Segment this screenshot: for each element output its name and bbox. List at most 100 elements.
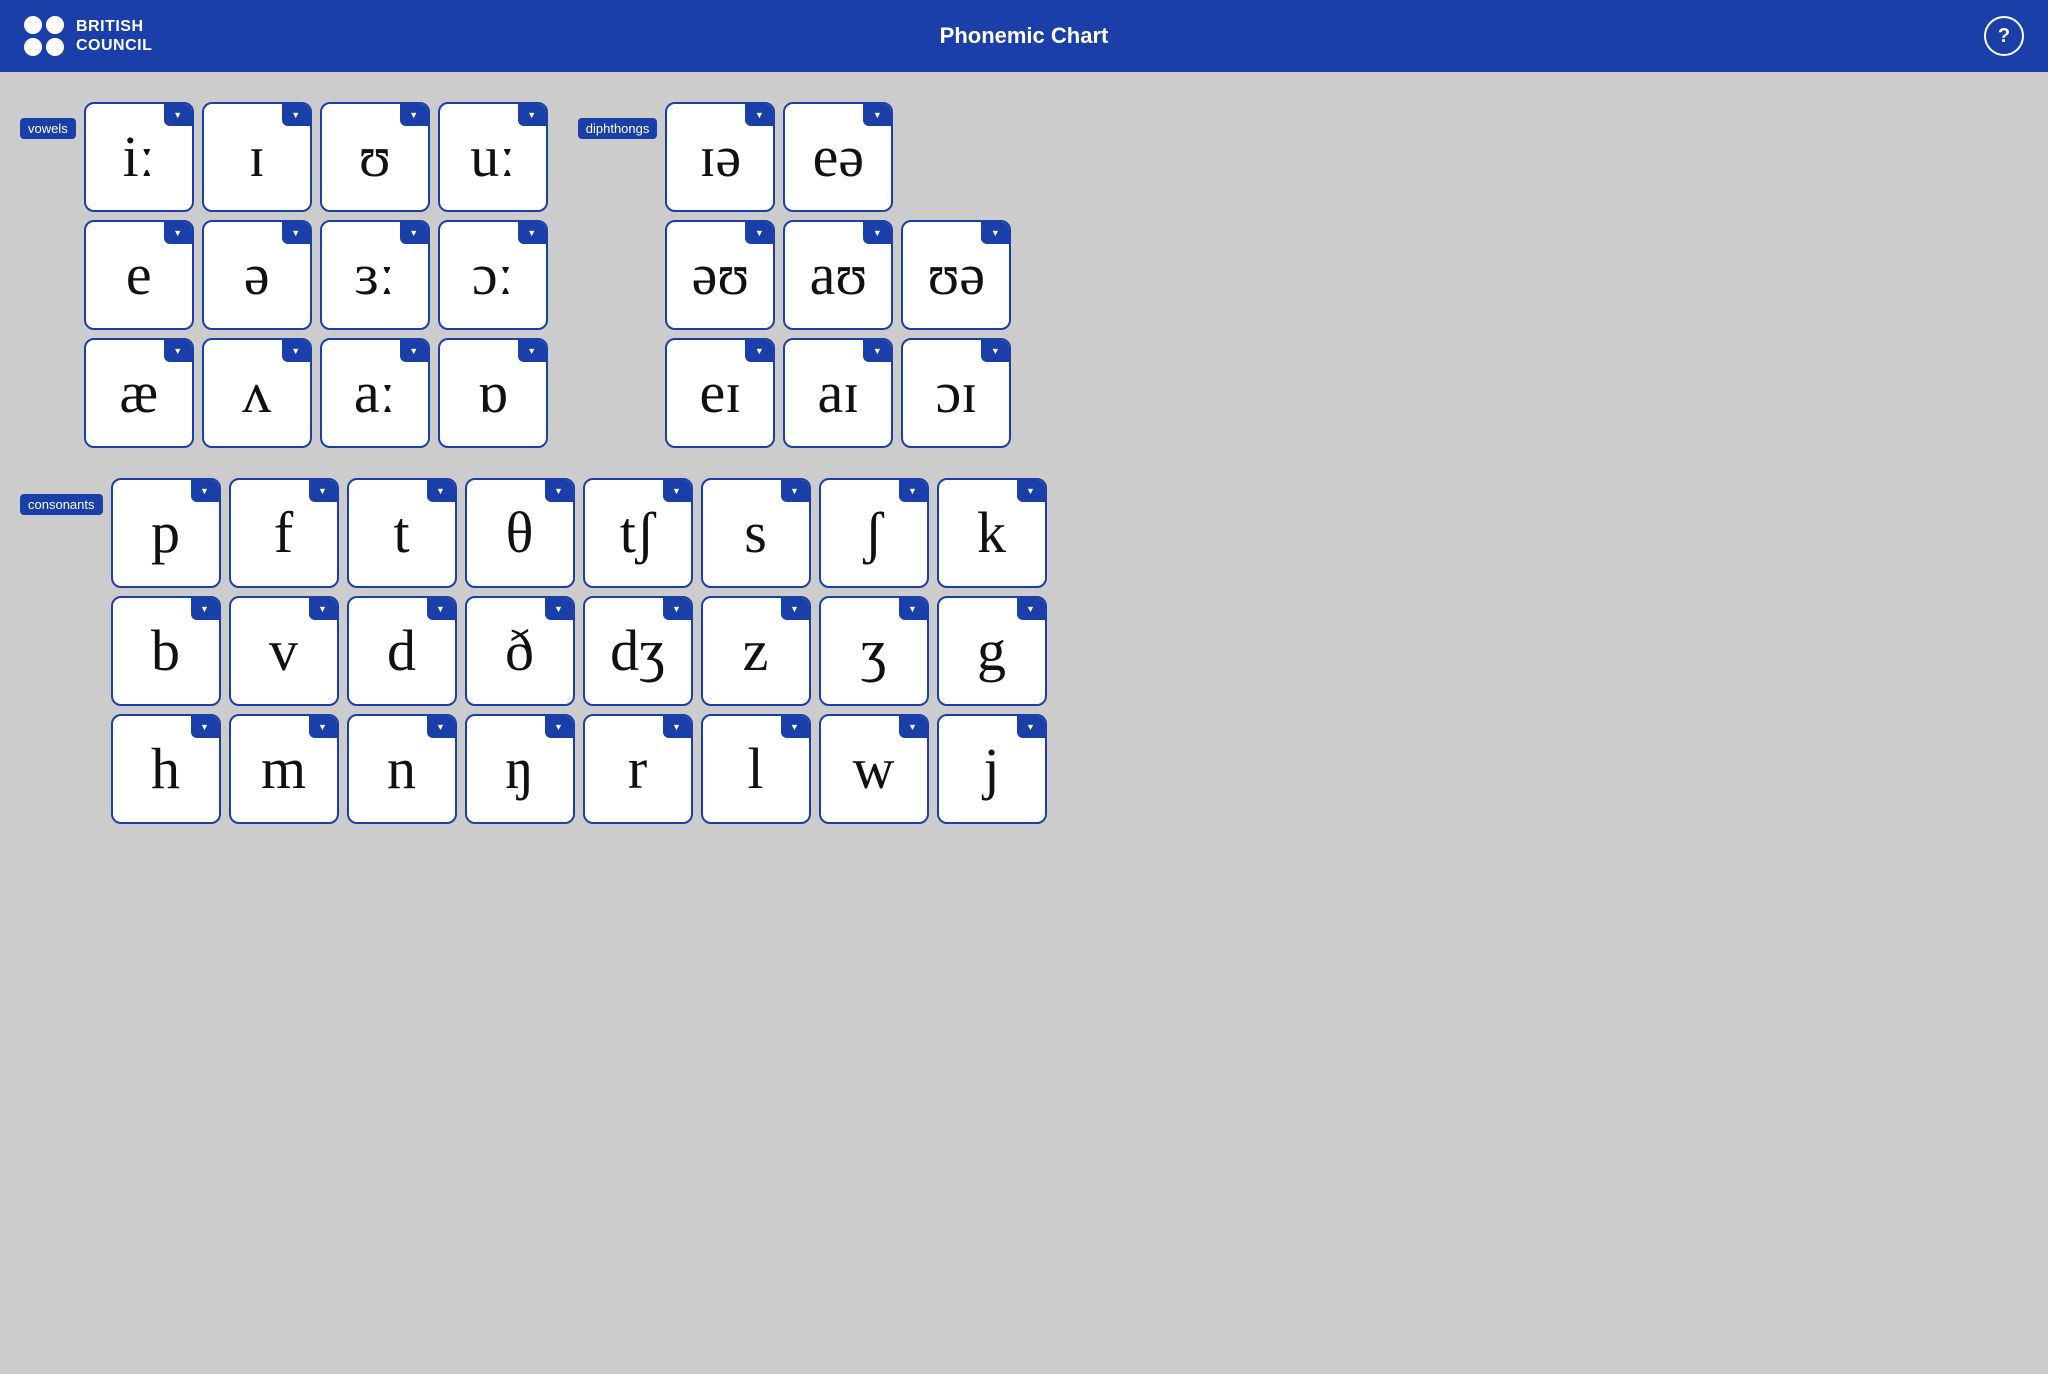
dropdown-m[interactable] (309, 716, 337, 738)
dropdown-tʃ[interactable] (663, 480, 691, 502)
dropdown-eɪ[interactable] (745, 340, 773, 362)
phoneme-ɒ[interactable]: ɒ (438, 338, 548, 448)
dropdown-t[interactable] (427, 480, 455, 502)
dropdown-n[interactable] (427, 716, 455, 738)
phoneme-l[interactable]: l (701, 714, 811, 824)
symbol-h: h (151, 740, 180, 798)
dropdown-v[interactable] (309, 598, 337, 620)
phoneme-ɪ[interactable]: ɪ (202, 102, 312, 212)
dropdown-l[interactable] (781, 716, 809, 738)
dropdown-aʊ[interactable] (863, 222, 891, 244)
dropdown-ʊ[interactable] (400, 104, 428, 126)
phoneme-f[interactable]: f (229, 478, 339, 588)
header: BRITISH COUNCIL Phonemic Chart ? (0, 0, 2048, 72)
phoneme-d[interactable]: d (347, 596, 457, 706)
phoneme-r[interactable]: r (583, 714, 693, 824)
symbol-ʌ: ʌ (242, 364, 271, 422)
phoneme-t[interactable]: t (347, 478, 457, 588)
dropdown-w[interactable] (899, 716, 927, 738)
dropdown-j[interactable] (1017, 716, 1045, 738)
dropdown-iː[interactable] (164, 104, 192, 126)
dropdown-ɜː[interactable] (400, 222, 428, 244)
phoneme-e[interactable]: e (84, 220, 194, 330)
dropdown-b[interactable] (191, 598, 219, 620)
help-button[interactable]: ? (1984, 16, 2024, 56)
phoneme-eɪ[interactable]: eɪ (665, 338, 775, 448)
phoneme-s[interactable]: s (701, 478, 811, 588)
phoneme-ʊə[interactable]: ʊə (901, 220, 1011, 330)
phoneme-w[interactable]: w (819, 714, 929, 824)
phoneme-əʊ[interactable]: əʊ (665, 220, 775, 330)
dropdown-ʊə[interactable] (981, 222, 1009, 244)
dropdown-p[interactable] (191, 480, 219, 502)
dropdown-ʒ[interactable] (899, 598, 927, 620)
dropdown-aɪ[interactable] (863, 340, 891, 362)
phoneme-p[interactable]: p (111, 478, 221, 588)
phoneme-ɔː[interactable]: ɔː (438, 220, 548, 330)
dropdown-ʌ[interactable] (282, 340, 310, 362)
phoneme-eə[interactable]: eə (783, 102, 893, 212)
phoneme-θ[interactable]: θ (465, 478, 575, 588)
phoneme-iː[interactable]: iː (84, 102, 194, 212)
dropdown-ɔː[interactable] (518, 222, 546, 244)
symbol-θ: θ (506, 504, 534, 562)
dropdown-z[interactable] (781, 598, 809, 620)
symbol-æ: æ (119, 364, 158, 422)
phoneme-aɪ[interactable]: aɪ (783, 338, 893, 448)
dropdown-dʒ[interactable] (663, 598, 691, 620)
phoneme-æ[interactable]: æ (84, 338, 194, 448)
phoneme-ʒ[interactable]: ʒ (819, 596, 929, 706)
phoneme-ʃ[interactable]: ʃ (819, 478, 929, 588)
phoneme-m[interactable]: m (229, 714, 339, 824)
dropdown-θ[interactable] (545, 480, 573, 502)
dropdown-d[interactable] (427, 598, 455, 620)
dropdown-ŋ[interactable] (545, 716, 573, 738)
dropdown-h[interactable] (191, 716, 219, 738)
dropdown-g[interactable] (1017, 598, 1045, 620)
dropdown-ɪə[interactable] (745, 104, 773, 126)
phoneme-ə[interactable]: ə (202, 220, 312, 330)
phoneme-j[interactable]: j (937, 714, 1047, 824)
dropdown-e[interactable] (164, 222, 192, 244)
phoneme-ɜː[interactable]: ɜː (320, 220, 430, 330)
symbol-tʃ: tʃ (620, 504, 655, 562)
phoneme-dʒ[interactable]: dʒ (583, 596, 693, 706)
phoneme-h[interactable]: h (111, 714, 221, 824)
dropdown-aː[interactable] (400, 340, 428, 362)
phoneme-ŋ[interactable]: ŋ (465, 714, 575, 824)
dropdown-ʃ[interactable] (899, 480, 927, 502)
dropdown-k[interactable] (1017, 480, 1045, 502)
diphthongs-label: diphthongs (578, 118, 658, 139)
phoneme-tʃ[interactable]: tʃ (583, 478, 693, 588)
phoneme-n[interactable]: n (347, 714, 457, 824)
phoneme-b[interactable]: b (111, 596, 221, 706)
dropdown-eə[interactable] (863, 104, 891, 126)
dropdown-æ[interactable] (164, 340, 192, 362)
phoneme-ʊ[interactable]: ʊ (320, 102, 430, 212)
phoneme-uː[interactable]: uː (438, 102, 548, 212)
dropdown-uː[interactable] (518, 104, 546, 126)
phoneme-ʌ[interactable]: ʌ (202, 338, 312, 448)
dropdown-s[interactable] (781, 480, 809, 502)
symbol-r: r (628, 740, 647, 798)
phoneme-ɔɪ[interactable]: ɔɪ (901, 338, 1011, 448)
phoneme-ð[interactable]: ð (465, 596, 575, 706)
dropdown-ə[interactable] (282, 222, 310, 244)
vowels-row-3: æ ʌ aː ɒ (84, 338, 548, 448)
phoneme-aː[interactable]: aː (320, 338, 430, 448)
dropdown-ð[interactable] (545, 598, 573, 620)
phoneme-g[interactable]: g (937, 596, 1047, 706)
dropdown-ɒ[interactable] (518, 340, 546, 362)
dropdown-f[interactable] (309, 480, 337, 502)
phoneme-v[interactable]: v (229, 596, 339, 706)
dropdown-ɪ[interactable] (282, 104, 310, 126)
symbol-z: z (743, 622, 769, 680)
phoneme-z[interactable]: z (701, 596, 811, 706)
dropdown-r[interactable] (663, 716, 691, 738)
dropdown-əʊ[interactable] (745, 222, 773, 244)
phoneme-ɪə[interactable]: ɪə (665, 102, 775, 212)
phoneme-k[interactable]: k (937, 478, 1047, 588)
phoneme-aʊ[interactable]: aʊ (783, 220, 893, 330)
dropdown-ɔɪ[interactable] (981, 340, 1009, 362)
symbol-ɪə: ɪə (699, 128, 741, 186)
